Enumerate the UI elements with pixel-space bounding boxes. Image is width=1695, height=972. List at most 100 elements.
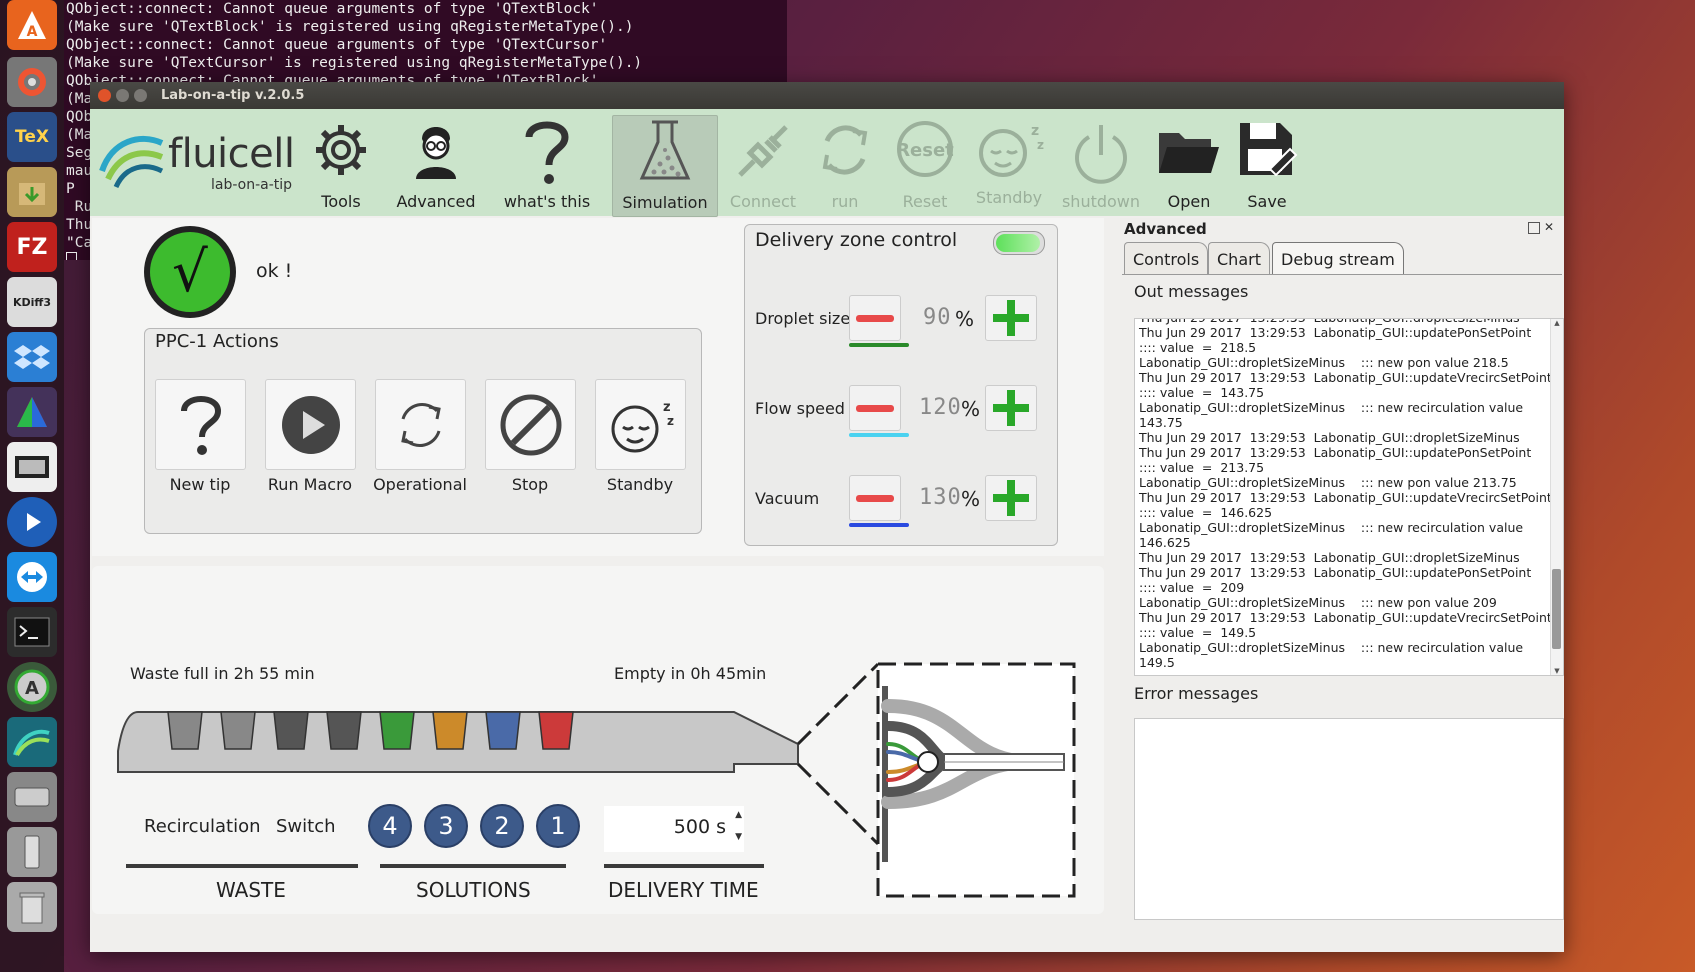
delivery-zone-title: Delivery zone control: [755, 229, 958, 251]
out-message-line: 143.75: [1139, 415, 1183, 430]
stop-button[interactable]: [485, 379, 576, 470]
out-message-line: Thu Jun 29 2017 13:29:53 Labonatip_GUI::…: [1139, 370, 1552, 385]
tools-button[interactable]: Tools: [298, 115, 384, 215]
out-message-line: Thu Jun 29 2017 13:29:53 Labonatip_GUI::…: [1139, 490, 1552, 505]
trash-icon[interactable]: [7, 882, 57, 932]
error-messages-box[interactable]: [1134, 718, 1564, 920]
question-icon: [180, 395, 221, 455]
usb-icon[interactable]: [7, 827, 57, 877]
shutdown-button[interactable]: shutdown: [1054, 115, 1148, 215]
advanced-button[interactable]: Advanced: [386, 115, 486, 215]
droplet-minus-button[interactable]: [849, 295, 901, 341]
dock-float-icon[interactable]: [1528, 222, 1540, 234]
vacuum-minus-button[interactable]: [849, 475, 901, 521]
flow-unit: %: [961, 397, 981, 421]
run-button[interactable]: run: [808, 115, 882, 215]
droplet-plus-button[interactable]: [985, 295, 1037, 341]
solution-well: [167, 711, 203, 750]
terminal-cursor: [66, 252, 77, 260]
solution-4-button[interactable]: 4: [368, 804, 412, 848]
gear-icon: [316, 125, 366, 175]
connect-button[interactable]: Connect: [722, 115, 804, 215]
vacuum-plus-button[interactable]: [985, 475, 1037, 521]
droplet-color-bar: [849, 343, 909, 347]
switch-label: Switch: [276, 816, 336, 837]
out-message-line: :::: value = 146.625: [1139, 505, 1273, 520]
minimize-window-button[interactable]: [116, 89, 129, 102]
spin-down-icon[interactable]: ▼: [735, 832, 742, 842]
drive-icon[interactable]: [7, 772, 57, 822]
scroll-thumb[interactable]: [1552, 569, 1561, 649]
standby-button[interactable]: z z: [595, 379, 686, 470]
software-center-icon[interactable]: A: [7, 0, 57, 50]
flow-value: 120: [919, 395, 962, 420]
waste-label: WASTE: [216, 878, 286, 902]
logo-name: fluicell: [168, 131, 295, 177]
plus-icon: [993, 390, 1029, 426]
reset-button[interactable]: Reset Reset: [886, 115, 964, 215]
svg-text:A: A: [27, 24, 38, 40]
fluicell-icon[interactable]: [7, 717, 57, 767]
svg-text:Reset: Reset: [896, 140, 954, 161]
refresh-icon: [400, 402, 441, 447]
tab-controls[interactable]: Controls: [1124, 242, 1209, 275]
spin-up-icon[interactable]: ▲: [735, 810, 742, 820]
out-message-line: :::: value = 213.75: [1139, 460, 1265, 475]
vacuum-color-bar: [849, 523, 909, 527]
flow-plus-button[interactable]: [985, 385, 1037, 431]
teamviewer-icon[interactable]: [7, 552, 57, 602]
status-text: ok !: [256, 260, 293, 282]
run-macro-button[interactable]: [265, 379, 356, 470]
tab-debug-stream[interactable]: Debug stream: [1272, 242, 1404, 275]
refresh-icon: [822, 125, 868, 175]
new-tip-button[interactable]: [155, 379, 246, 470]
out-message-line: Labonatip_GUI::dropletSizeMinus ::: new …: [1139, 355, 1509, 370]
solutions-label: SOLUTIONS: [416, 878, 531, 902]
launcher: A TeX FZ KDiff3 A: [0, 0, 64, 972]
out-message-line: Thu Jun 29 2017 13:29:53 Labonatip_GUI::…: [1139, 325, 1532, 340]
dock-close-icon[interactable]: ✕: [1544, 220, 1554, 234]
dropbox-icon[interactable]: [7, 332, 57, 382]
settings-icon[interactable]: [7, 57, 57, 107]
checkmark-icon: √: [150, 232, 230, 312]
open-button[interactable]: Open: [1152, 115, 1226, 215]
kdiff3-icon[interactable]: KDiff3: [7, 277, 57, 327]
flow-minus-button[interactable]: [849, 385, 901, 431]
operational-button[interactable]: [375, 379, 466, 470]
solution-2-button[interactable]: 2: [480, 804, 524, 848]
delivery-time-spinbox[interactable]: 500 s ▲ ▼: [604, 806, 744, 852]
dock-title: Advanced: [1124, 220, 1207, 238]
delivery-time-label: DELIVERY TIME: [608, 878, 759, 902]
geogebra-icon[interactable]: [7, 387, 57, 437]
scroll-up-icon[interactable]: ▲: [1551, 319, 1563, 327]
standby-toolbar-button[interactable]: z z Standby: [968, 115, 1050, 215]
tab-chart[interactable]: Chart: [1208, 242, 1270, 275]
out-message-line: Thu Jun 29 2017 13:29:53 Labonatip_GUI::…: [1139, 610, 1552, 625]
delivery-toggle[interactable]: [993, 231, 1045, 255]
close-window-button[interactable]: [98, 89, 111, 102]
power-icon: [1075, 125, 1127, 184]
tex-icon[interactable]: TeX: [7, 112, 57, 162]
svg-text:z: z: [1037, 138, 1044, 152]
waste-underline: [126, 864, 358, 868]
media-player-icon[interactable]: [7, 497, 57, 547]
out-scrollbar[interactable]: ▲ ▼: [1550, 319, 1563, 675]
terminal-icon[interactable]: [7, 607, 57, 657]
save-button[interactable]: Save: [1230, 115, 1304, 215]
solution-1-button[interactable]: 1: [536, 804, 580, 848]
video-editor-icon[interactable]: [7, 442, 57, 492]
maximize-window-button[interactable]: [134, 89, 147, 102]
fluicell-logo: fluicell lab-on-a-tip: [98, 127, 296, 202]
whats-this-button[interactable]: what's this: [488, 115, 606, 215]
minus-icon: [856, 404, 894, 412]
simulation-button[interactable]: Simulation: [612, 115, 718, 217]
solution-well: [220, 711, 256, 750]
out-messages-box[interactable]: Thu Jun 29 2017 13:29:53 Labonatip_GUI::…: [1134, 318, 1564, 676]
updater-icon[interactable]: A: [7, 662, 57, 712]
archive-icon[interactable]: [7, 167, 57, 217]
scroll-down-icon[interactable]: ▼: [1551, 667, 1563, 675]
ppc1-actions-group: PPC-1 Actions New tip Run Macro Operatio…: [144, 328, 702, 534]
filezilla-icon[interactable]: FZ: [7, 222, 57, 272]
solution-3-button[interactable]: 3: [424, 804, 468, 848]
status-indicator: √: [144, 226, 236, 318]
